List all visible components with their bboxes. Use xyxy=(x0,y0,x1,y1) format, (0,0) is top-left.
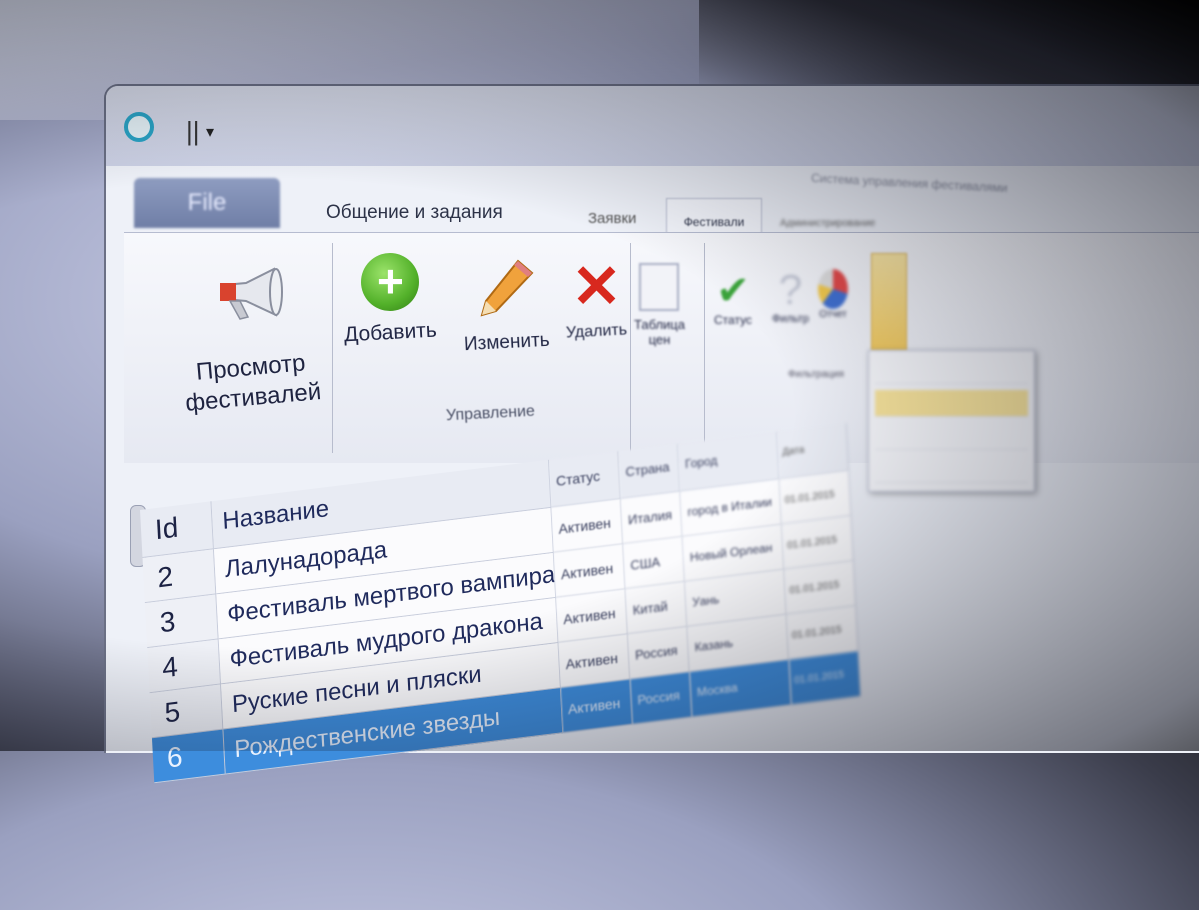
delete-button-label: Удалить xyxy=(565,321,628,342)
column-header-country[interactable]: Страна xyxy=(618,443,681,500)
column-header-date[interactable]: Дата xyxy=(777,423,850,480)
edit-button-label: Изменить xyxy=(463,329,551,356)
app-logo-icon[interactable] xyxy=(124,112,154,142)
group-divider xyxy=(630,243,631,453)
add-button-label: Добавить xyxy=(343,318,438,347)
plus-icon: + xyxy=(361,253,420,311)
cell-id: 6 xyxy=(151,729,226,784)
filter-button-label: Фильтр xyxy=(772,313,809,325)
quick-access-separator: || xyxy=(186,116,200,146)
group-label-manage: Управление xyxy=(445,402,536,425)
dropdown-item[interactable] xyxy=(875,357,1028,384)
cell-country: Россия xyxy=(630,672,693,725)
cell-status: Активен xyxy=(560,679,633,734)
pencil-icon xyxy=(480,259,534,317)
add-button[interactable]: + Добавить xyxy=(343,253,438,347)
filter-button[interactable]: ? Фильтр xyxy=(772,266,809,326)
ribbon-tabs: File Общение и задания Заявки Фестивали … xyxy=(130,176,1199,245)
tab-admin[interactable]: Администрирование xyxy=(780,218,875,229)
delete-button[interactable]: ✕ Удалить xyxy=(565,253,628,342)
group-divider xyxy=(704,243,705,453)
cell-country: Россия xyxy=(628,627,690,680)
status-button[interactable]: ✔ Статус xyxy=(714,269,752,327)
price-table-label-line1: Таблица xyxy=(634,317,685,332)
megaphone-icon xyxy=(220,267,283,320)
column-header-id[interactable]: Id xyxy=(140,501,214,559)
cell-country: США xyxy=(623,537,686,590)
tab-requests[interactable]: Заявки xyxy=(588,210,636,227)
group-label-filter: Фильтрация xyxy=(788,369,844,380)
question-icon: ? xyxy=(778,266,803,313)
tab-file[interactable]: File xyxy=(134,178,280,228)
column-header-status[interactable]: Статус xyxy=(548,451,621,508)
quick-access-dropdown-icon[interactable]: ▾ xyxy=(206,122,214,142)
price-table-button[interactable]: Таблица цен xyxy=(634,263,685,347)
group-divider xyxy=(332,243,333,453)
view-festivals-button[interactable]: Просмотр фестивалей xyxy=(150,344,354,421)
table-icon xyxy=(639,263,680,311)
checkmark-icon: ✔ xyxy=(716,269,750,313)
report-button-label: Отчет xyxy=(819,309,847,320)
cell-country: Италия xyxy=(620,491,683,545)
status-button-label: Статус xyxy=(714,313,752,327)
cross-icon: ✕ xyxy=(571,253,622,320)
edit-button[interactable]: Изменить xyxy=(463,257,551,356)
cell-date: 01.01.2015 xyxy=(789,651,862,706)
price-table-label-line2: цен xyxy=(648,332,671,347)
report-button[interactable]: Отчет xyxy=(818,269,848,320)
tab-communication[interactable]: Общение и задания xyxy=(326,202,503,224)
cell-country: Китай xyxy=(625,582,688,635)
chart-icon xyxy=(818,269,848,309)
title-bar: || ▾ xyxy=(106,86,1199,166)
highlighted-dropdown-button[interactable] xyxy=(871,253,907,351)
